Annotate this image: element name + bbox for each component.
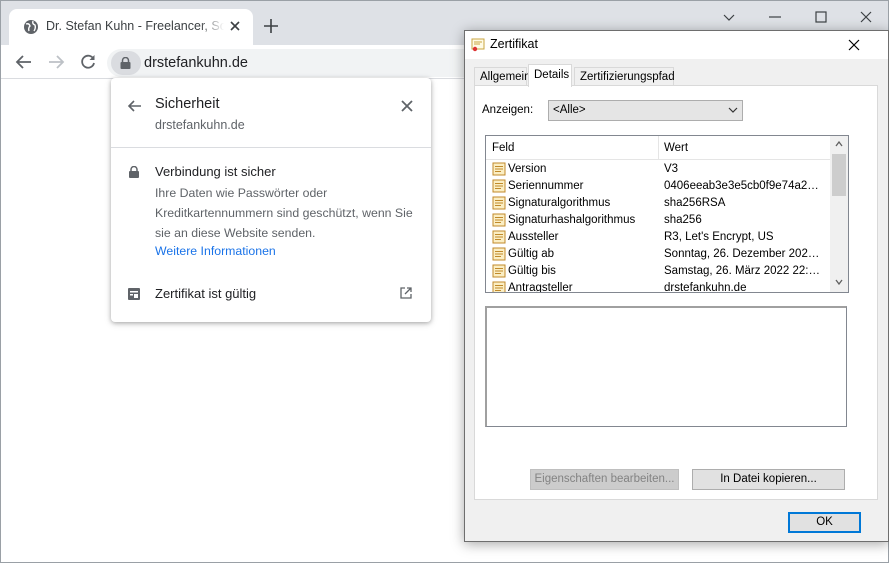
close-icon[interactable] xyxy=(399,98,415,114)
field-name: Seriennummer xyxy=(508,180,584,192)
popup-title: Sicherheit xyxy=(155,96,220,112)
field-name: Version xyxy=(508,163,547,175)
site-info-button[interactable] xyxy=(111,51,141,75)
fields-list[interactable]: Feld Wert Version V3 Seriennummer 0406ee… xyxy=(485,135,849,293)
tab-zertifizierungspfad[interactable]: Zertifizierungspfad xyxy=(574,67,675,86)
field-name: Signaturhashalgorithmus xyxy=(508,214,636,226)
field-document-icon xyxy=(492,247,506,261)
external-link-icon[interactable] xyxy=(400,287,412,299)
field-document-icon xyxy=(492,162,506,176)
dialog-title: Zertifikat xyxy=(490,37,538,51)
forward-arrow-icon[interactable] xyxy=(47,53,65,71)
column-header-field[interactable]: Feld xyxy=(492,142,514,154)
window-close-icon[interactable] xyxy=(858,9,874,25)
field-name: Aussteller xyxy=(508,231,559,243)
scroll-up-icon[interactable] xyxy=(835,141,843,147)
field-name: Gültig ab xyxy=(508,248,555,260)
url-text: drstefankuhn.de xyxy=(144,55,248,71)
field-document-icon xyxy=(492,179,506,193)
field-value: drstefankuhn.de xyxy=(664,282,747,293)
back-arrow-icon[interactable] xyxy=(15,53,33,71)
column-separator[interactable] xyxy=(658,136,659,160)
certificate-icon xyxy=(471,38,485,52)
tab-allgemein[interactable]: Allgemein xyxy=(474,67,531,86)
connection-description: Ihre Daten wie Passwörter oder Kreditkar… xyxy=(155,186,413,240)
field-value: sha256RSA xyxy=(664,197,726,209)
security-popup: Sicherheit drstefankuhn.de Verbindung is… xyxy=(111,78,431,322)
details-panel: Anzeigen: <Alle> Feld Wert Version V3 Se… xyxy=(474,85,878,500)
list-header: Feld Wert xyxy=(486,136,830,160)
list-item[interactable]: Version V3 xyxy=(486,161,830,178)
field-value: Samstag, 26. März 2022 22:4... xyxy=(664,265,824,277)
tab-title: Dr. Stefan Kuhn - Freelancer, Software xyxy=(46,19,224,33)
list-item[interactable]: Aussteller R3, Let's Encrypt, US xyxy=(486,229,830,246)
field-name: Gültig bis xyxy=(508,265,556,277)
field-detail-textbox[interactable] xyxy=(485,306,847,427)
minimize-icon[interactable] xyxy=(767,9,783,25)
list-scrollbar[interactable] xyxy=(830,136,848,292)
copy-to-file-button[interactable]: In Datei kopieren... xyxy=(692,469,845,490)
scroll-down-icon[interactable] xyxy=(835,279,843,285)
tab-details[interactable]: Details xyxy=(528,64,572,87)
maximize-icon[interactable] xyxy=(813,9,829,25)
close-icon[interactable] xyxy=(847,38,861,52)
show-select-value: <Alle> xyxy=(553,104,586,116)
show-label: Anzeigen: xyxy=(482,104,534,116)
field-value: V3 xyxy=(664,163,679,175)
lock-icon xyxy=(120,57,131,69)
reload-icon[interactable] xyxy=(79,53,97,71)
connection-status-title: Verbindung ist sicher xyxy=(155,164,276,179)
dialog-titlebar: Zertifikat xyxy=(465,31,888,59)
list-item[interactable]: Signaturalgorithmus sha256RSA xyxy=(486,195,830,212)
field-document-icon xyxy=(492,281,506,292)
field-document-icon xyxy=(492,196,506,210)
back-arrow-icon[interactable] xyxy=(127,98,143,114)
field-value: Sonntag, 26. Dezember 2021 ... xyxy=(664,248,824,260)
list-item[interactable]: Gültig ab Sonntag, 26. Dezember 2021 ... xyxy=(486,246,830,263)
lock-icon xyxy=(129,166,139,178)
list-item[interactable]: Gültig bis Samstag, 26. März 2022 22:4..… xyxy=(486,263,830,280)
list-item[interactable]: Antragsteller drstefankuhn.de xyxy=(486,280,830,293)
edit-properties-button[interactable]: Eigenschaften bearbeiten... xyxy=(530,469,679,490)
field-document-icon xyxy=(492,264,506,278)
more-info-link[interactable]: Weitere Informationen xyxy=(155,244,276,258)
divider xyxy=(111,147,431,148)
field-document-icon xyxy=(492,230,506,244)
tab-close-icon[interactable] xyxy=(227,18,243,34)
globe-icon xyxy=(24,20,38,34)
new-tab-icon[interactable] xyxy=(263,18,279,34)
field-value: sha256 xyxy=(664,214,702,226)
scrollbar-thumb[interactable] xyxy=(832,154,846,196)
browser-tab[interactable]: Dr. Stefan Kuhn - Freelancer, Software xyxy=(9,9,253,45)
certificate-icon xyxy=(128,288,140,300)
show-select[interactable]: <Alle> xyxy=(548,100,743,121)
list-item[interactable]: Seriennummer 0406eeab3e3e5cb0f9e74a2cf5.… xyxy=(486,178,830,195)
field-document-icon xyxy=(492,213,506,227)
field-value: R3, Let's Encrypt, US xyxy=(664,231,774,243)
field-name: Antragsteller xyxy=(508,282,573,293)
window-controls xyxy=(707,1,888,33)
popup-subtitle: drstefankuhn.de xyxy=(155,118,245,132)
list-item[interactable]: Signaturhashalgorithmus sha256 xyxy=(486,212,830,229)
column-header-value[interactable]: Wert xyxy=(664,142,688,154)
ok-button[interactable]: OK xyxy=(788,512,861,533)
field-name: Signaturalgorithmus xyxy=(508,197,611,209)
chevron-down-icon xyxy=(728,107,738,113)
certificate-valid-item[interactable]: Zertifikat ist gültig xyxy=(155,286,256,301)
certificate-dialog: Zertifikat Allgemein Details Zertifizier… xyxy=(464,30,889,542)
tab-search-chevron-icon[interactable] xyxy=(721,9,737,25)
field-value: 0406eeab3e3e5cb0f9e74a2cf5... xyxy=(664,180,824,192)
list-rows: Version V3 Seriennummer 0406eeab3e3e5cb0… xyxy=(486,161,830,293)
